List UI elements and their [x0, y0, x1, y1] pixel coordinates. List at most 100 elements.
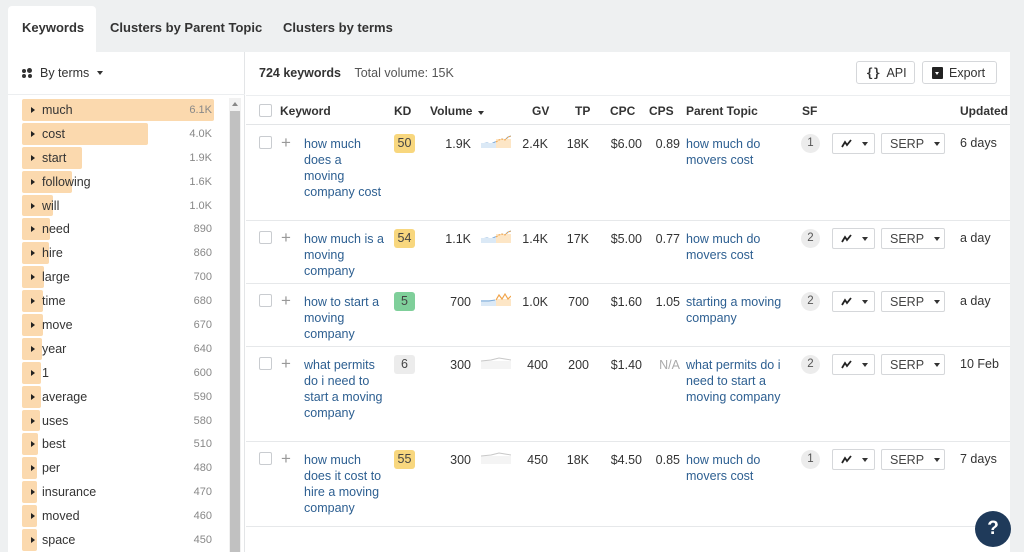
col-kd[interactable]: KD — [394, 104, 411, 118]
term-item[interactable]: following 1.6K — [22, 170, 218, 194]
row-checkbox[interactable] — [259, 357, 272, 370]
expand-arrow-icon[interactable] — [31, 369, 35, 376]
serp-features-count[interactable]: 1 — [801, 450, 820, 469]
expand-arrow-icon[interactable] — [31, 345, 35, 352]
serp-features-count[interactable]: 2 — [801, 229, 820, 248]
serp-dropdown[interactable]: SERP — [881, 449, 945, 470]
tab-keywords[interactable]: Keywords — [8, 6, 96, 52]
row-checkbox[interactable] — [259, 136, 272, 149]
term-item[interactable]: time 680 — [22, 289, 218, 313]
term-item[interactable]: insurance 470 — [22, 480, 218, 504]
add-to-list-icon[interactable]: + — [281, 134, 291, 151]
trend-dropdown[interactable] — [832, 133, 875, 154]
term-label: insurance — [42, 485, 97, 500]
add-to-list-icon[interactable]: + — [281, 292, 291, 309]
trend-dropdown[interactable] — [832, 291, 875, 312]
tab-clusters-by-parent-topic[interactable]: Clusters by Parent Topic — [96, 6, 276, 52]
col-keyword[interactable]: Keyword — [280, 104, 331, 118]
select-all-checkbox[interactable] — [259, 104, 272, 117]
col-cps[interactable]: CPS — [649, 104, 674, 118]
trend-dropdown[interactable] — [832, 354, 875, 375]
serp-features-count[interactable]: 2 — [801, 292, 820, 311]
term-item[interactable]: best 510 — [22, 432, 218, 456]
grouping-dropdown[interactable]: By terms — [22, 65, 104, 81]
term-item[interactable]: hire 860 — [22, 241, 218, 265]
keyword-link[interactable]: what permits do i need to start a moving… — [304, 357, 384, 421]
expand-arrow-icon[interactable] — [31, 130, 35, 137]
expand-arrow-icon[interactable] — [31, 154, 35, 161]
trend-dropdown[interactable] — [832, 449, 875, 470]
expand-arrow-icon[interactable] — [31, 274, 35, 281]
term-item[interactable]: much 6.1K — [22, 98, 218, 122]
serp-dropdown[interactable]: SERP — [881, 291, 945, 312]
add-to-list-icon[interactable]: + — [281, 355, 291, 372]
keyword-link[interactable]: how much does a moving company cost — [304, 136, 384, 200]
table-row: + what permits do i need to start a movin… — [246, 347, 1010, 442]
row-checkbox[interactable] — [259, 231, 272, 244]
trend-dropdown[interactable] — [832, 228, 875, 249]
term-item[interactable]: per 480 — [22, 456, 218, 480]
term-item[interactable]: uses 580 — [22, 409, 218, 433]
add-to-list-icon[interactable]: + — [281, 450, 291, 467]
term-list-scrollbar[interactable] — [229, 98, 241, 552]
row-checkbox[interactable] — [259, 294, 272, 307]
keyword-link[interactable]: how much is a moving company — [304, 231, 384, 279]
expand-arrow-icon[interactable] — [31, 536, 35, 543]
serp-features-count[interactable]: 1 — [801, 134, 820, 153]
term-item[interactable]: move 670 — [22, 313, 218, 337]
col-tp[interactable]: TP — [575, 104, 590, 118]
serp-features-count[interactable]: 2 — [801, 355, 820, 374]
expand-arrow-icon[interactable] — [31, 250, 35, 257]
trend-line-icon — [841, 139, 852, 148]
parent-topic-link[interactable]: how much do movers cost — [686, 136, 792, 168]
col-parent-topic[interactable]: Parent Topic — [686, 104, 758, 118]
term-item[interactable]: space 450 — [22, 528, 218, 552]
term-item[interactable]: 1 600 — [22, 361, 218, 385]
parent-topic-link[interactable]: what permits do i need to start a moving… — [686, 357, 792, 405]
term-item[interactable]: large 700 — [22, 265, 218, 289]
export-button[interactable]: Export — [922, 61, 997, 84]
expand-arrow-icon[interactable] — [31, 202, 35, 209]
expand-arrow-icon[interactable] — [31, 393, 35, 400]
parent-topic-link[interactable]: starting a moving company — [686, 294, 792, 326]
col-cpc[interactable]: CPC — [610, 104, 635, 118]
expand-arrow-icon[interactable] — [31, 106, 35, 113]
term-item[interactable]: moved 460 — [22, 504, 218, 528]
expand-arrow-icon[interactable] — [31, 178, 35, 185]
expand-arrow-icon[interactable] — [31, 489, 35, 496]
col-updated[interactable]: Updated — [960, 104, 1008, 118]
api-button[interactable]: {} API — [856, 61, 915, 84]
serp-dropdown[interactable]: SERP — [881, 354, 945, 375]
add-to-list-icon[interactable]: + — [281, 229, 291, 246]
expand-arrow-icon[interactable] — [31, 465, 35, 472]
expand-arrow-icon[interactable] — [31, 441, 35, 448]
parent-topic-link[interactable]: how much do movers cost — [686, 452, 792, 484]
serp-dropdown[interactable]: SERP — [881, 228, 945, 249]
kd-badge: 50 — [394, 134, 415, 153]
expand-arrow-icon[interactable] — [31, 298, 35, 305]
parent-topic-link[interactable]: how much do movers cost — [686, 231, 792, 263]
term-item[interactable]: start 1.9K — [22, 146, 218, 170]
gv-value: 400 — [527, 358, 548, 372]
col-volume[interactable]: Volume — [430, 104, 484, 118]
term-item[interactable]: will 1.0K — [22, 194, 218, 218]
term-item[interactable]: average 590 — [22, 385, 218, 409]
term-item[interactable]: year 640 — [22, 337, 218, 361]
col-gv[interactable]: GV — [532, 104, 549, 118]
help-button[interactable]: ? — [975, 511, 1011, 547]
term-item[interactable]: cost 4.0K — [22, 122, 218, 146]
scrollbar-thumb[interactable] — [230, 111, 240, 552]
tab-clusters-by-terms[interactable]: Clusters by terms — [269, 6, 407, 52]
keyword-link[interactable]: how to start a moving company — [304, 294, 384, 342]
serp-dropdown[interactable]: SERP — [881, 133, 945, 154]
term-label: time — [42, 294, 66, 309]
term-item[interactable]: need 890 — [22, 217, 218, 241]
row-checkbox[interactable] — [259, 452, 272, 465]
expand-arrow-icon[interactable] — [31, 417, 35, 424]
keyword-link[interactable]: how much does it cost to hire a moving c… — [304, 452, 384, 516]
col-sf[interactable]: SF — [802, 104, 817, 118]
scroll-up-arrow-icon[interactable] — [232, 102, 238, 106]
expand-arrow-icon[interactable] — [31, 226, 35, 233]
expand-arrow-icon[interactable] — [31, 513, 35, 520]
expand-arrow-icon[interactable] — [31, 321, 35, 328]
